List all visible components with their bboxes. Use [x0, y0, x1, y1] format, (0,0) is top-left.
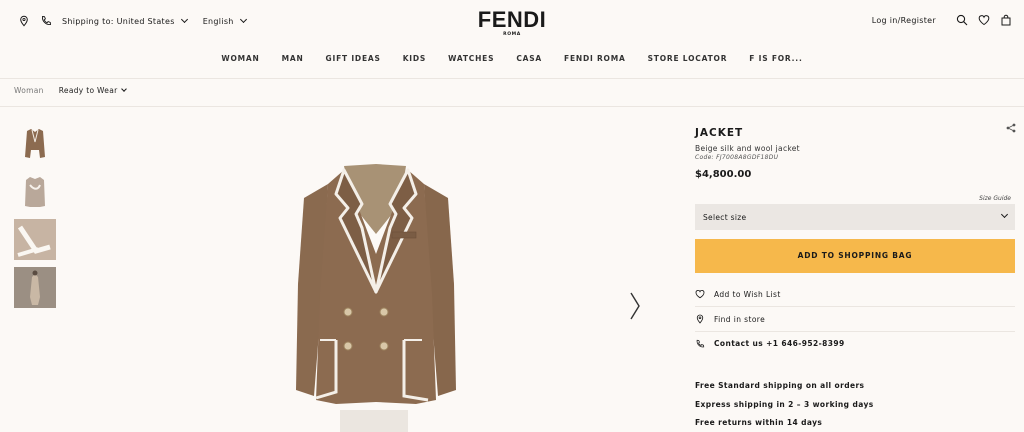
- nav-item-watches[interactable]: WATCHES: [448, 54, 494, 63]
- brand-logo[interactable]: FENDI ROMA: [0, 7, 1024, 38]
- nav-item-woman[interactable]: WOMAN: [221, 54, 259, 63]
- shipping-info-standard: Free Standard shipping on all orders: [695, 381, 865, 390]
- shipping-info-returns: Free returns within 14 days: [695, 418, 823, 427]
- thumbnail-back-view[interactable]: [14, 171, 56, 212]
- find-in-store-row[interactable]: Find in store: [695, 307, 1015, 332]
- thumbnail-front-view[interactable]: [14, 123, 56, 164]
- nav-item-kids[interactable]: KIDS: [403, 54, 426, 63]
- product-main-image[interactable]: [296, 164, 456, 432]
- product-thumbnails: [14, 123, 56, 315]
- nav-item-casa[interactable]: CASA: [516, 54, 542, 63]
- thumbnail-model-view[interactable]: [14, 267, 56, 308]
- contact-row[interactable]: Contact us +1 646-952-8399: [695, 331, 1015, 356]
- breadcrumb-ready-to-wear[interactable]: Ready to Wear: [59, 86, 118, 95]
- product-price: $4,800.00: [695, 169, 752, 180]
- nav-item-gift-ideas[interactable]: GIFT IDEAS: [326, 54, 381, 63]
- breadcrumb: Woman Ready to Wear: [14, 86, 127, 95]
- heart-icon[interactable]: [978, 14, 990, 26]
- contact-label: Contact us +1 646-952-8399: [714, 339, 845, 348]
- product-title: JACKET: [695, 127, 744, 139]
- location-pin-icon: [696, 314, 704, 324]
- wishlist-row[interactable]: Add to Wish List: [695, 282, 1015, 307]
- main-navigation: WOMAN MAN GIFT IDEAS KIDS WATCHES CASA F…: [0, 54, 1024, 63]
- search-icon[interactable]: [956, 14, 968, 26]
- add-to-bag-button[interactable]: ADD TO SHOPPING BAG: [695, 239, 1015, 273]
- nav-item-man[interactable]: MAN: [282, 54, 304, 63]
- product-description: Beige silk and wool jacket: [695, 144, 800, 153]
- product-code: Code: FJ7008A8GDF18DU: [695, 154, 779, 161]
- next-image-arrow-icon[interactable]: [628, 291, 642, 321]
- nav-item-store-locator[interactable]: STORE LOCATOR: [648, 54, 728, 63]
- size-guide-link[interactable]: Size Guide: [979, 195, 1011, 202]
- top-bar-right: Log in/Register: [872, 14, 1012, 26]
- brand-name: FENDI: [477, 7, 547, 32]
- brand-subtitle: ROMA: [503, 32, 521, 37]
- chevron-down-icon: [120, 86, 127, 92]
- phone-icon: [696, 339, 705, 347]
- chevron-down-icon: [1000, 210, 1009, 219]
- login-register-link[interactable]: Log in/Register: [872, 16, 936, 25]
- nav-item-fendi-roma[interactable]: FENDI ROMA: [564, 54, 626, 63]
- find-in-store-label: Find in store: [714, 314, 766, 324]
- heart-icon: [695, 289, 705, 299]
- product-info-panel: JACKET Beige silk and wool jacket Code: …: [695, 127, 1015, 427]
- top-bar: Shipping to: United States English FENDI…: [0, 0, 1024, 44]
- thumbnail-detail-view[interactable]: [14, 219, 56, 260]
- divider: [0, 78, 1024, 79]
- divider: [0, 106, 1024, 107]
- size-select[interactable]: Select size: [695, 204, 1015, 230]
- size-select-label: Select size: [703, 213, 747, 222]
- breadcrumb-woman[interactable]: Woman: [14, 86, 44, 95]
- shipping-info-express: Express shipping in 2 – 3 working days: [695, 400, 874, 409]
- shopping-bag-icon[interactable]: [1000, 14, 1012, 26]
- nav-item-f-is-for[interactable]: F IS FOR...: [749, 54, 802, 63]
- wishlist-label: Add to Wish List: [714, 289, 781, 299]
